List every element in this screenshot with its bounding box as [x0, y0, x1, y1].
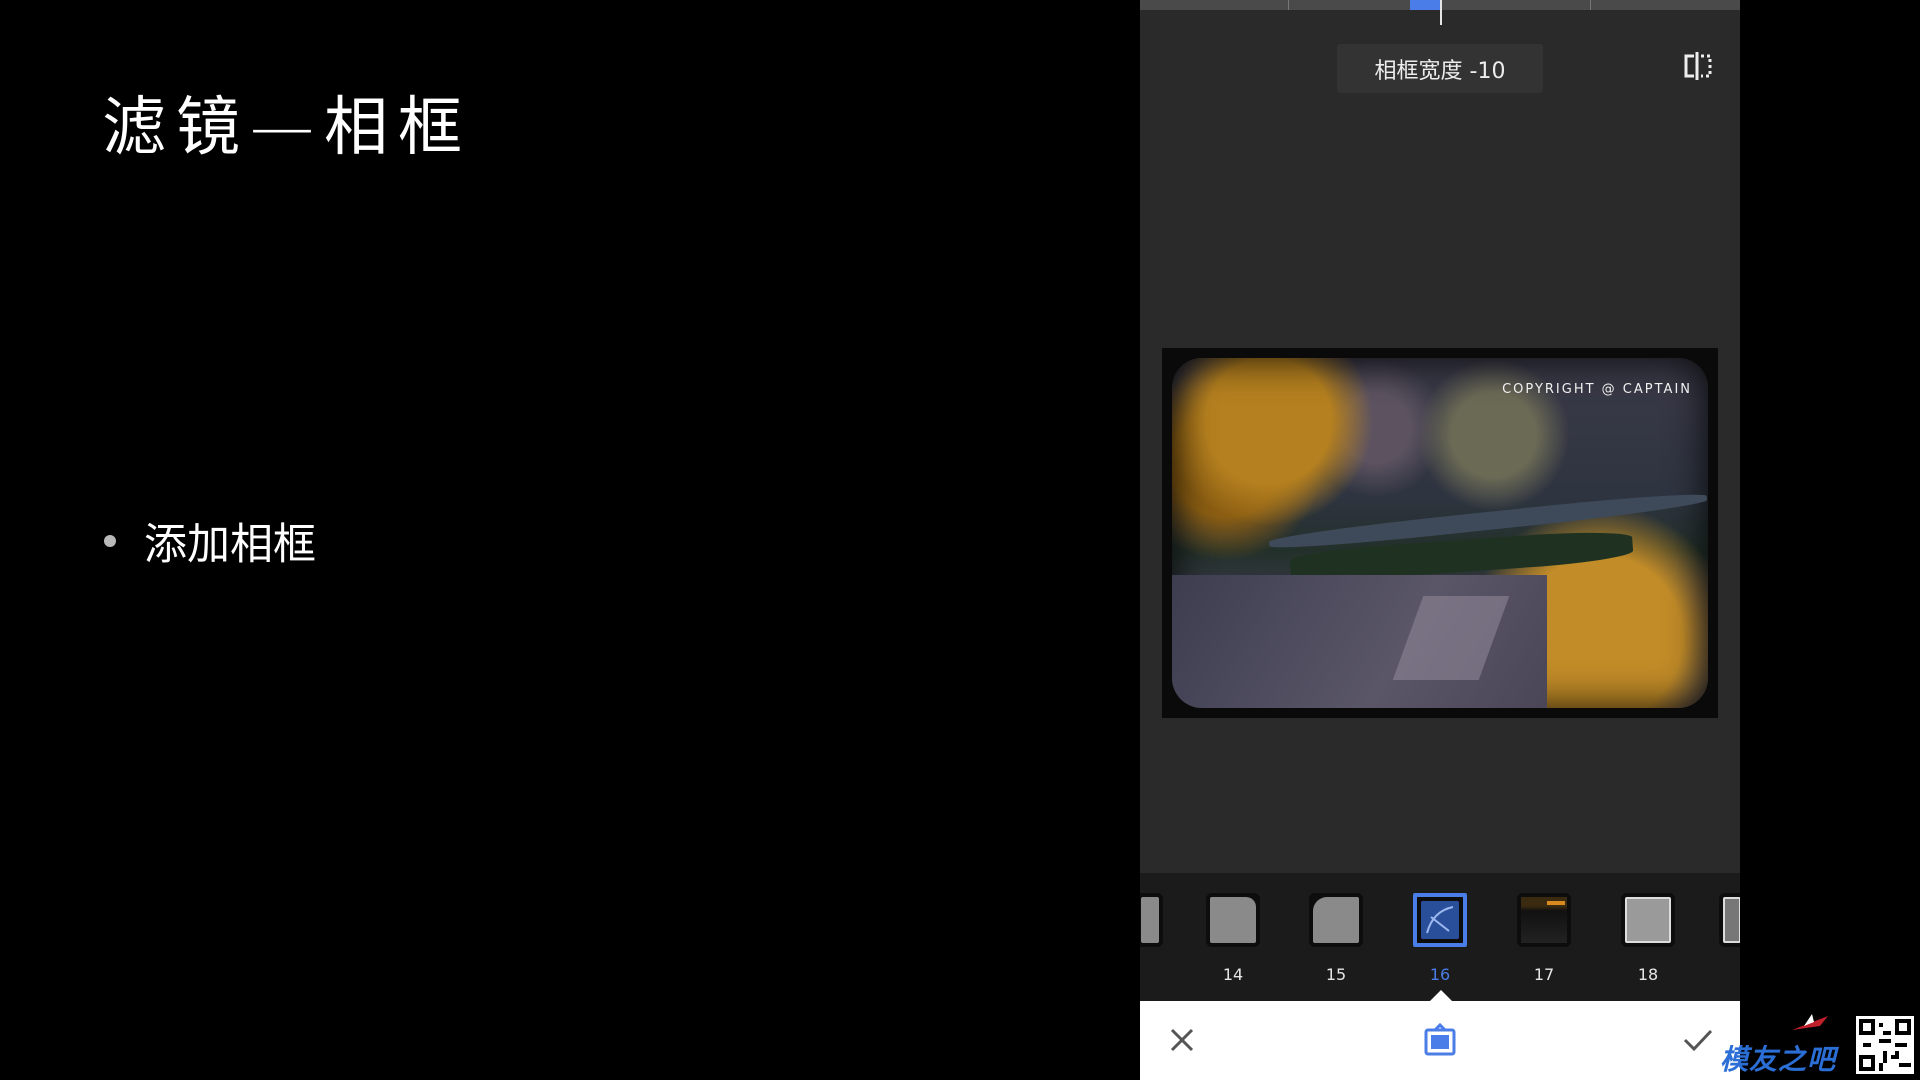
frame-thumbnail: [1517, 893, 1571, 947]
frame-thumbnail: [1309, 893, 1363, 947]
photo-watermark: COPYRIGHT @ CAPTAIN: [1502, 382, 1692, 397]
logo-text: 模友之吧: [1720, 1043, 1837, 1076]
selection-pointer: [1430, 990, 1452, 1001]
frame-thumbnail: [1719, 893, 1740, 947]
frame-thumbnail: [1206, 893, 1260, 947]
frame-thumbnail: [1413, 893, 1467, 947]
frame-tool-icon[interactable]: [1420, 1018, 1460, 1062]
slider-tick: [1590, 0, 1591, 10]
qr-code: [1856, 1016, 1914, 1074]
slider-tick: [1288, 0, 1289, 10]
frame-option-18[interactable]: 18: [1618, 893, 1678, 984]
parameter-label: 相框宽度 -10: [1337, 44, 1543, 93]
frame-option-partial[interactable]: [1716, 893, 1740, 965]
frame-option-15[interactable]: 15: [1306, 893, 1366, 984]
frame-option-partial[interactable]: [1140, 893, 1166, 965]
photo-preview[interactable]: COPYRIGHT @ CAPTAIN: [1162, 348, 1718, 718]
frame-option-16[interactable]: 16: [1410, 893, 1470, 984]
bullet-item: 添加相框: [104, 510, 316, 572]
frame-number: 15: [1325, 965, 1347, 984]
frame-number: 17: [1533, 965, 1555, 984]
frame-picker[interactable]: 14 15 16 17 18: [1140, 873, 1740, 1001]
slider-thumb[interactable]: [1440, 0, 1442, 25]
photo-image: COPYRIGHT @ CAPTAIN: [1172, 358, 1708, 708]
slider-fill: [1410, 0, 1440, 10]
slide-title: 滤镜—相框: [102, 91, 472, 165]
frame-thumbnail: [1140, 893, 1163, 947]
compare-split-icon[interactable]: [1682, 50, 1714, 82]
parameter-slider[interactable]: [1140, 0, 1740, 25]
frame-option-17[interactable]: 17: [1514, 893, 1574, 984]
bullet-dot: [104, 535, 116, 547]
frame-thumbnail: [1621, 893, 1675, 947]
plane-icon: [1792, 1014, 1828, 1030]
frame-option-14[interactable]: 14: [1203, 893, 1263, 984]
frame-number: 16: [1429, 965, 1451, 984]
checkmark-icon[interactable]: [1678, 1018, 1718, 1062]
frame-number: 18: [1637, 965, 1659, 984]
close-icon[interactable]: [1162, 1018, 1202, 1062]
phone-screen: 相框宽度 -10 COPYRIGHT @ CAPTAIN 14 15 16 17…: [1140, 0, 1740, 1080]
frame-number: 14: [1222, 965, 1244, 984]
action-bar: [1140, 1001, 1740, 1080]
site-logo: 模友之吧: [1716, 1012, 1836, 1076]
bullet-text: 添加相框: [144, 520, 316, 570]
